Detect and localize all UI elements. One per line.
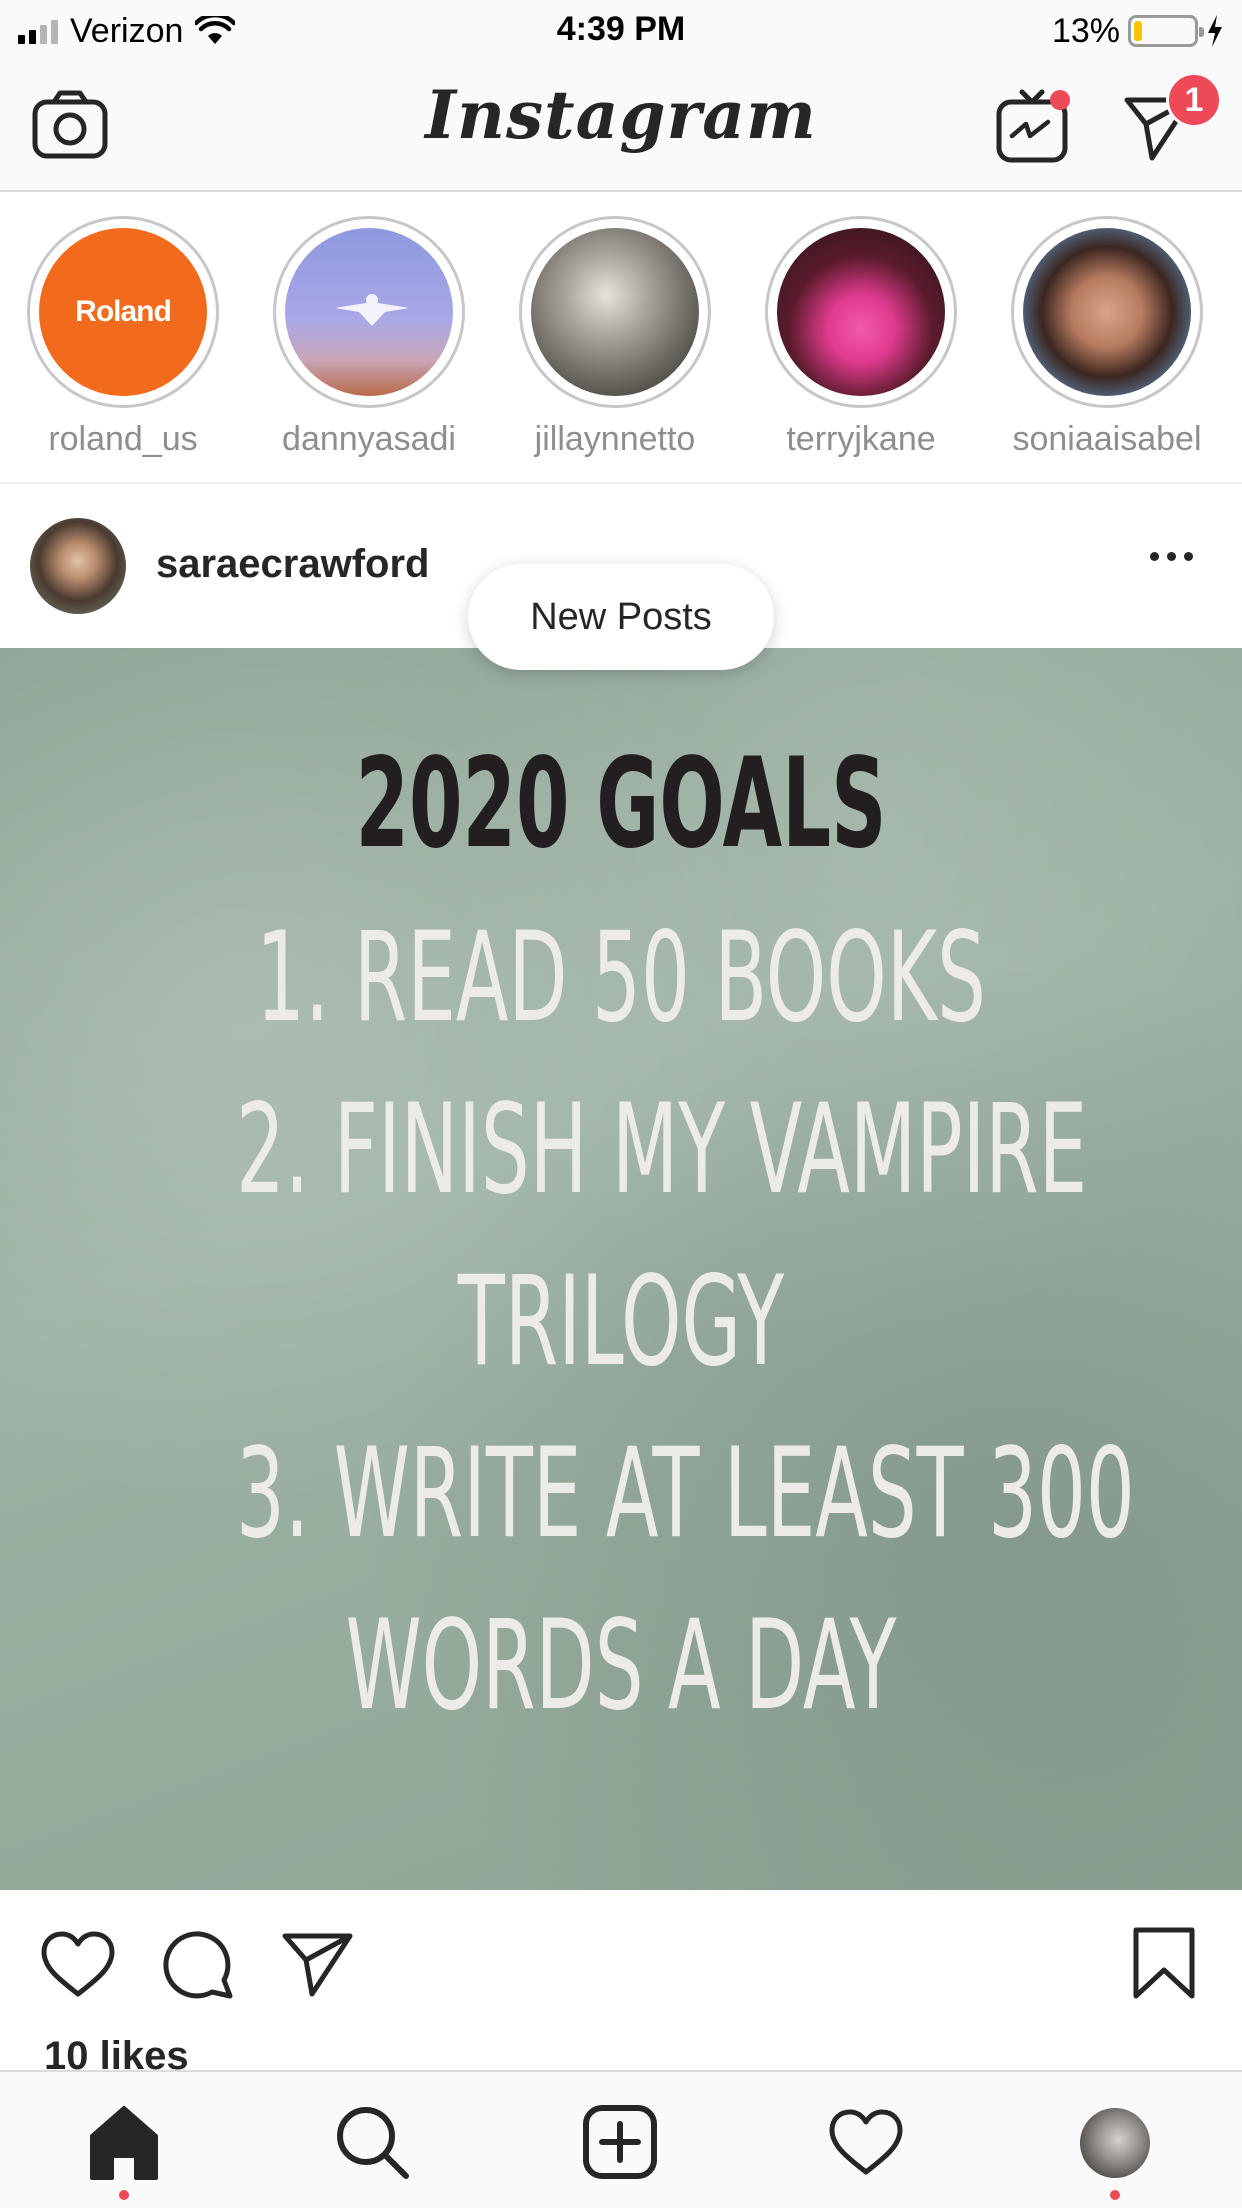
battery-percent: 13% [1051,11,1120,50]
home-icon[interactable] [84,2102,164,2182]
activity-heart-icon[interactable] [826,2102,906,2182]
status-bar: Verizon 4:39 PM 13% [0,0,1242,62]
story-avatar [531,228,699,396]
new-posts-pill[interactable]: New Posts [468,564,774,670]
image-text-line: 3. WRITE AT LEAST 300 [235,1422,1135,1566]
stories-tray: Roland roland_us dannyasadi jillaynnetto… [0,194,1242,484]
story-username: soniaaisabel [1012,420,1202,458]
image-text-line: 2. FINISH MY VAMPIRE [235,1078,1088,1222]
more-options-icon[interactable] [1150,552,1193,561]
story-item[interactable]: terryjkane [738,216,984,459]
story-username: dannyasadi [282,420,456,458]
home-activity-dot [119,2190,129,2200]
add-post-icon[interactable] [580,2102,660,2182]
story-item[interactable]: dannyasadi [246,216,492,459]
story-avatar [1023,228,1191,396]
direct-unread-badge: 1 [1166,72,1222,128]
story-username: roland_us [48,420,198,458]
bookmark-icon[interactable] [1132,1926,1196,2000]
story-ring [765,216,957,408]
image-text-line: TRILOGY [457,1250,785,1394]
story-item[interactable]: Roland roland_us [0,216,246,459]
profile-activity-dot [1110,2190,1120,2200]
app-header: Instagram 1 [0,62,1242,192]
share-paper-plane-icon[interactable] [282,1930,354,1998]
status-right: 13% [1052,10,1224,52]
story-ring [519,216,711,408]
story-avatar [285,228,453,396]
search-icon[interactable] [332,2102,412,2182]
post-image[interactable]: 2020 GOALS 1. READ 50 BOOKS 2. FINISH MY… [0,648,1242,1890]
story-avatar: Roland [39,228,207,396]
story-avatar [777,228,945,396]
image-text-line: WORDS A DAY [345,1594,897,1738]
profile-avatar[interactable] [1080,2108,1150,2178]
roland-logo-text: Roland [75,295,172,328]
bottom-navigation [0,2070,1242,2208]
post-author-avatar[interactable] [30,518,126,614]
like-heart-icon[interactable] [40,1930,116,2000]
story-username: terryjkane [786,420,936,458]
charging-bolt-icon [1208,15,1222,47]
image-title: 2020 GOALS [355,732,887,876]
story-item[interactable]: soniaaisabel [984,216,1230,459]
post-author-username[interactable]: saraecrawford [156,542,429,587]
story-ring: Roland [27,216,219,408]
igtv-notification-dot [1050,90,1070,110]
story-ring [1011,216,1203,408]
post-actions: 10 likes [0,1890,1242,2078]
comment-icon[interactable] [162,1928,234,2000]
story-username: jillaynnetto [534,420,696,458]
image-text-line: 1. READ 50 BOOKS [256,906,986,1050]
story-ring [273,216,465,408]
battery-level [1134,21,1142,41]
story-item[interactable]: jillaynnetto [492,216,738,459]
battery-icon [1128,15,1204,47]
